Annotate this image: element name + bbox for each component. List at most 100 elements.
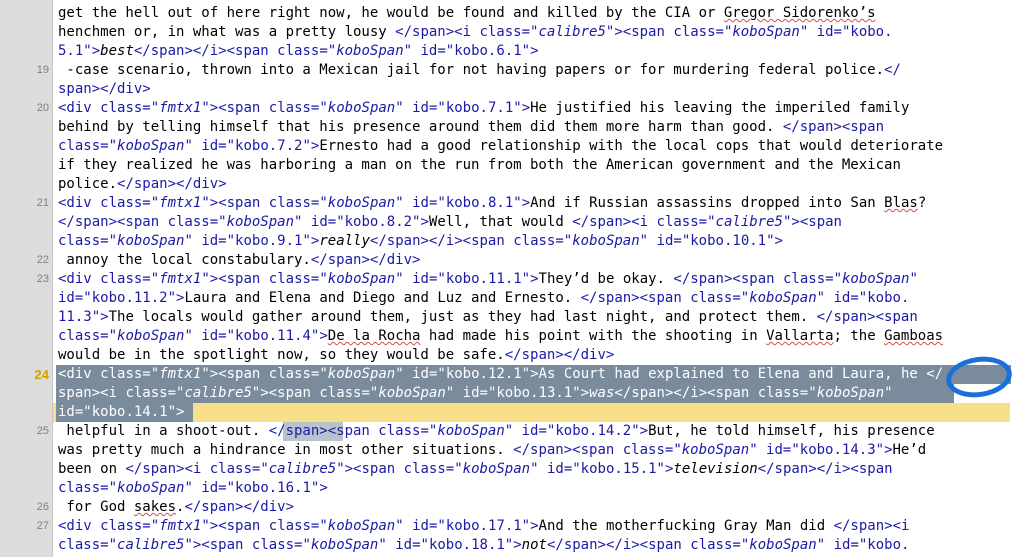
code-token: if they realized he was harboring a man … [58,157,901,173]
code-token: class= [690,290,741,306]
code-token: " [799,24,809,40]
code-line[interactable]: henchmen or, in what was a pretty lousy … [58,24,893,40]
code-line[interactable]: <div class="fmtx1"><span class="koboSpan… [58,195,926,211]
code-token: <div [58,366,101,382]
code-line[interactable]: class="koboSpan" id="kobo.9.1">really</s… [58,233,783,249]
code-token: </span><span [782,119,885,135]
code-line[interactable]: behind by telling himself that his prese… [58,119,884,135]
code-token: "kobo.10.1" [681,233,775,249]
code-token: " [260,461,269,477]
code-token: " [108,138,118,154]
code-token: koboSpan [327,366,396,382]
code-token: ; the [833,328,885,344]
code-line[interactable]: class="koboSpan" id="kobo.16.1"> [58,480,328,496]
code-token: " [395,366,404,382]
code-line[interactable]: </span><span class="koboSpan" id="kobo.8… [58,214,842,230]
code-line[interactable]: helpful in a shoot-out. </span><span cla… [58,423,934,439]
code-token: > [774,233,783,249]
code-token: "kobo.18.1" [420,537,514,553]
code-token: He’d [892,442,927,458]
code-token: class= [58,537,109,553]
code-line[interactable]: <div class="fmtx1"><span class="koboSpan… [58,366,943,382]
code-token: " [403,43,413,59]
code-line[interactable]: class="koboSpan" id="kobo.7.2">Ernesto h… [58,138,943,154]
code-token: class= [268,195,320,211]
code-line[interactable]: span></div> [58,81,151,97]
code-line[interactable]: was pretty much a hindrance in most othe… [58,442,926,458]
code-token: He justified his leaving the imperiled f… [530,100,910,116]
code-line[interactable]: 5.1">best</span></i><span class="koboSpa… [58,43,539,59]
code-token: koboSpan [681,442,750,458]
code-token: get the hell out of here right now, he w… [58,5,724,21]
code-token: television [673,461,758,477]
code-token: " [673,442,682,458]
code-token: class= [690,537,741,553]
code-line[interactable]: annoy the local constabulary.</span></di… [58,252,420,268]
code-token: koboSpan [816,385,885,401]
code-token: class= [100,271,151,287]
code-token: " [319,518,328,534]
code-token: id= [412,43,446,59]
code-token: <div [58,518,101,534]
code-line[interactable]: police.</span></div> [58,176,227,192]
code-line[interactable]: 11.3">The locals would gather around the… [58,309,918,325]
code-line[interactable]: <div class="fmtx1"><span class="koboSpan… [58,271,918,287]
code-token: would be in the spotlight now, so they w… [58,347,505,363]
code-token: > [530,271,539,287]
code-line[interactable]: <div class="fmtx1"><span class="koboSpan… [58,518,909,534]
code-token: class= [673,24,724,40]
code-token: class= [319,385,370,401]
code-token: > [319,480,328,496]
code-token: id= [58,404,84,420]
code-token: class= [209,461,261,477]
code-token: Vallarta [766,328,834,344]
code-line[interactable]: -case scenario, thrown into a Mexican ja… [58,62,900,78]
code-line[interactable]: get the hell out of here right now, he w… [58,5,876,21]
code-token: " [530,461,539,477]
code-content[interactable]: get the hell out of here right now, he w… [58,4,943,555]
code-token: " [707,214,716,230]
code-token: > [521,195,531,211]
code-line[interactable]: class="calibre5"><span class="koboSpan" … [58,537,909,553]
code-token: "kobo.14.1" [83,404,177,420]
code-token: Gamboas [884,328,944,344]
code-line[interactable]: would be in the spotlight now, so they w… [58,347,614,363]
code-token: " [740,290,750,306]
code-line[interactable]: class="koboSpan" id="kobo.11.4">De la Ro… [58,328,943,344]
code-token: koboSpan [732,24,800,40]
code-token: class= [378,423,429,439]
code-token: sakes [133,499,177,515]
code-token: "kobo.15.1" [572,461,665,477]
line-number: 23 [36,273,49,285]
code-line[interactable]: for God sakes.</span></div> [58,499,294,515]
code-line[interactable]: id="kobo.11.2">Laura and Elena and Diego… [58,290,909,306]
code-token: " [184,328,193,344]
code-editor[interactable]: 19 20 21 22 23 24 25 26 27 get the hell out of h… [0,0,1018,557]
code-token: koboSpan [117,480,185,496]
code-token: police. [58,176,118,192]
code-token: ><span [791,214,842,230]
code-token: ><span [209,195,269,211]
code-token: " [184,138,193,154]
line-number: 26 [36,501,49,513]
code-token: class= [268,518,320,534]
code-line[interactable]: span><i class="calibre5"><span class="ko… [58,385,893,401]
line-number: 19 [36,64,49,76]
code-token: </span></div> [117,176,227,192]
code-token: class= [167,214,219,230]
code-token: " [150,195,160,211]
code-token: And the motherfucking Gray Man did [538,518,834,534]
code-token: </span><i [833,518,910,534]
code-line[interactable]: if they realized he was harboring a man … [58,157,901,173]
code-token: id= [757,442,792,458]
code-token: " [395,271,404,287]
code-token: " [749,442,758,458]
code-token: " [201,195,210,211]
code-line[interactable]: <div class="fmtx1"><span class="koboSpan… [58,100,909,116]
code-token: </span><i [572,214,657,230]
code-line[interactable]: been on </span><i class="calibre5"><span… [58,461,893,477]
code-token: koboSpan [336,43,404,59]
code-line[interactable]: id="kobo.14.1"> [58,404,184,420]
code-token: " [201,271,210,287]
code-token: </span><i [395,24,480,40]
